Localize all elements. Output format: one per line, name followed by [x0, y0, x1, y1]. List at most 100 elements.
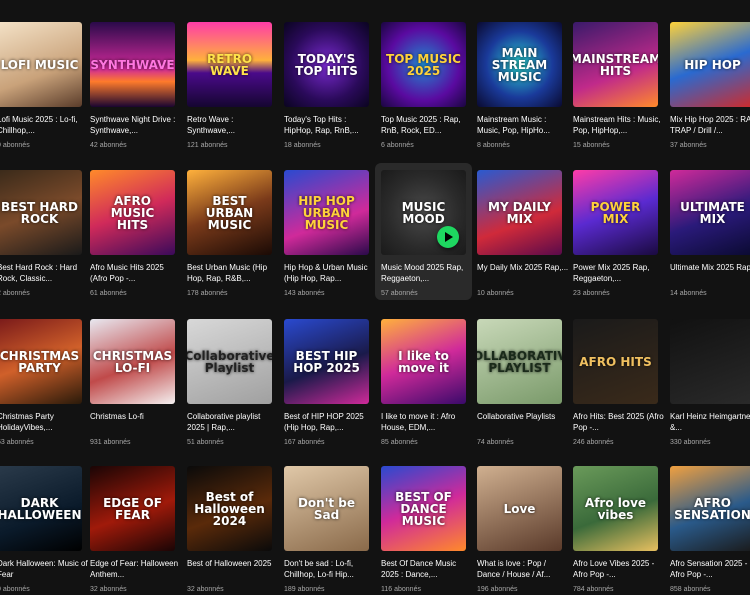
playlist-title[interactable]: Christmas Lo-fi [90, 411, 182, 433]
playlist-followers: 51 abonnés [187, 439, 224, 446]
playlist-title[interactable]: Christmas Party HolidayVibes,... [0, 411, 89, 433]
cover-art-text: TODAY'S TOP HITS [295, 51, 358, 78]
playlist-followers: 2 abonnés [0, 290, 30, 297]
cover-art-text: CHRISTMAS PARTY [0, 348, 80, 375]
playlist-title[interactable]: I like to move it : Afro House, EDM,... [381, 411, 473, 433]
playlist-title[interactable]: Today's Top Hits : HipHop, Rap, RnB,... [284, 114, 376, 136]
playlist-cover[interactable]: AFRO MUSIC HITS [90, 170, 175, 255]
playlist-title[interactable]: Mainstream Music : Music, Pop, HipHo... [477, 114, 569, 136]
playlist-title[interactable]: Mix Hip Hop 2025 : RAP / TRAP / Drill /.… [670, 114, 750, 136]
playlist-title[interactable]: Lofi Music 2025 : Lo-fi, Chillhop,... [0, 114, 89, 136]
playlist-title[interactable]: Best of HIP HOP 2025 (Hip Hop, Rap,... [284, 411, 376, 433]
playlist-cover[interactable]: DARK HALLOWEEN [0, 466, 82, 551]
playlist-title[interactable]: Synthwave Night Drive : Synthwave,... [90, 114, 182, 136]
playlist-cover[interactable]: TODAY'S TOP HITS [284, 22, 369, 107]
playlist-cover[interactable]: POWER MIX [573, 170, 658, 255]
playlist-title[interactable]: Collaborative playlist 2025 | Rap,... [187, 411, 279, 433]
playlist-cover[interactable]: Love [477, 466, 562, 551]
playlist-title[interactable]: Dark Halloween: Music of Fear [0, 558, 89, 580]
playlist-followers: 330 abonnés [670, 439, 711, 446]
playlist-followers: 0 abonnés [0, 142, 30, 149]
cover-art-text: RETRO WAVE [206, 51, 253, 78]
cover-art-text: HIP HOP [684, 57, 741, 72]
playlist-followers: 74 abonnés [477, 439, 514, 446]
play-icon [444, 232, 453, 242]
playlist-cover[interactable]: EDGE OF FEAR [90, 466, 175, 551]
cover-art-text: HIP HOP URBAN MUSIC [298, 193, 355, 232]
playlist-cover[interactable]: RETRO WAVE [187, 22, 272, 107]
playlist-cover[interactable]: CHRISTMAS PARTY [0, 319, 82, 404]
playlist-cover[interactable]: CHRISTMAS LO-FI [90, 319, 175, 404]
cover-art-text: I like to move it [398, 348, 449, 375]
playlist-cover[interactable]: Don't be Sad [284, 466, 369, 551]
playlist-title[interactable]: Best of Halloween 2025 [187, 558, 279, 580]
cover-art-text: AFRO SENSATION [674, 495, 750, 522]
playlist-cover[interactable]: AFRO HITS [573, 319, 658, 404]
play-button[interactable] [437, 226, 459, 248]
playlist-cover[interactable]: MAIN STREAM MUSIC [477, 22, 562, 107]
cover-art-text: Best of Halloween 2024 [194, 489, 265, 528]
playlist-title[interactable]: Music Mood 2025 Rap, Reggaeton,... [381, 262, 473, 284]
playlist-title[interactable]: Edge of Fear: Halloween Anthem... [90, 558, 182, 580]
playlist-followers: 189 abonnés [284, 586, 325, 593]
playlist-cover[interactable]: BEST URBAN MUSIC [187, 170, 272, 255]
playlist-title[interactable]: Power Mix 2025 Rap, Reggaeton,... [573, 262, 665, 284]
playlist-title[interactable]: Mainstream Hits : Music, Pop, HipHop,... [573, 114, 665, 136]
cover-art-text: Love [503, 501, 536, 516]
playlist-cover[interactable]: TOP MUSIC 2025 [381, 22, 466, 107]
playlist-title[interactable]: Karl Heinz Heimgartner &... [670, 411, 750, 433]
playlist-cover[interactable]: Afro love vibes [573, 466, 658, 551]
playlist-title[interactable]: Afro Love Vibes 2025 - Afro Pop -... [573, 558, 665, 580]
playlist-title[interactable]: Afro Music Hits 2025 (Afro Pop -... [90, 262, 182, 284]
playlist-followers: 121 abonnés [187, 142, 228, 149]
playlist-title[interactable]: Afro Hits: Best 2025 (Afro Pop -... [573, 411, 665, 433]
playlist-title[interactable]: Best Hard Rock : Hard Rock, Classic... [0, 262, 89, 284]
playlist-title[interactable]: My Daily Mix 2025 Rap,... [477, 262, 569, 284]
playlist-title[interactable]: Best Urban Music (Hip Hop, Rap, R&B,... [187, 262, 279, 284]
playlist-cover[interactable] [670, 319, 750, 404]
playlist-followers: 85 abonnés [381, 439, 418, 446]
playlist-cover[interactable]: ULTIMATE MIX [670, 170, 750, 255]
playlist-followers: 116 abonnés [381, 586, 421, 593]
playlist-cover[interactable]: SYNTHWAVE [90, 22, 175, 107]
cover-art-text: AFRO HITS [579, 354, 652, 369]
playlist-followers: 57 abonnés [381, 290, 418, 297]
playlist-title[interactable]: Hip Hop & Urban Music (Hip Hop, Rap... [284, 262, 376, 284]
playlist-cover[interactable]: HIP HOP [670, 22, 750, 107]
playlist-title[interactable]: Don't be sad : Lo-fi, Chillhop, Lo-fi Hi… [284, 558, 376, 580]
playlist-cover[interactable]: MUSIC MOOD [381, 170, 466, 255]
playlist-cover[interactable]: I like to move it [381, 319, 466, 404]
playlist-card[interactable]: MUSIC MOOD Music Mood 2025 Rap, Reggaeton… [375, 163, 472, 300]
cover-art-text: Afro love vibes [584, 495, 647, 522]
playlist-title[interactable]: Top Music 2025 : Rap, RnB, Rock, ED... [381, 114, 473, 136]
cover-art-text: ULTIMATE MIX [680, 199, 745, 226]
playlist-followers: 167 abonnés [284, 439, 325, 446]
playlist-cover[interactable]: AFRO SENSATION [670, 466, 750, 551]
playlist-followers: 196 abonnés [477, 586, 518, 593]
cover-art-text: MAIN STREAM MUSIC [491, 45, 548, 84]
playlist-cover[interactable]: BEST HIP HOP 2025 [284, 319, 369, 404]
playlist-cover[interactable]: MY DAILY MIX [477, 170, 562, 255]
cover-art-text: MUSIC MOOD [401, 199, 446, 226]
playlist-title[interactable]: Ultimate Mix 2025 Rap,... [670, 262, 750, 284]
cover-art-text: POWER MIX [590, 199, 641, 226]
playlist-cover[interactable]: COLLABORATIVE PLAYLIST [477, 319, 562, 404]
playlist-followers: 784 abonnés [573, 586, 614, 593]
playlist-title[interactable]: Retro Wave : Synthwave,... [187, 114, 279, 136]
playlist-cover[interactable]: BEST OF DANCE MUSIC [381, 466, 466, 551]
playlist-cover[interactable]: Best of Halloween 2024 [187, 466, 272, 551]
playlist-followers: 32 abonnés [187, 586, 224, 593]
playlist-title[interactable]: Collaborative Playlists [477, 411, 569, 433]
playlist-cover[interactable]: LOFI MUSIC [0, 22, 82, 107]
playlist-cover[interactable]: MAINSTREAM HITS [573, 22, 658, 107]
playlist-cover[interactable]: Collaborative Playlist [187, 319, 272, 404]
playlist-title[interactable]: What is love : Pop / Dance / House / Af.… [477, 558, 569, 580]
cover-art-text: COLLABORATIVE PLAYLIST [477, 348, 562, 375]
playlist-cover[interactable]: BEST HARD ROCK [0, 170, 82, 255]
playlist-cover[interactable]: HIP HOP URBAN MUSIC [284, 170, 369, 255]
playlist-title[interactable]: Afro Sensation 2025 - Afro Pop -... [670, 558, 750, 580]
playlist-followers: 53 abonnés [0, 439, 34, 446]
playlist-title[interactable]: Best Of Dance Music 2025 : Dance,... [381, 558, 473, 580]
playlist-followers: 246 abonnés [573, 439, 614, 446]
cover-art-text: TOP MUSIC 2025 [386, 51, 461, 78]
